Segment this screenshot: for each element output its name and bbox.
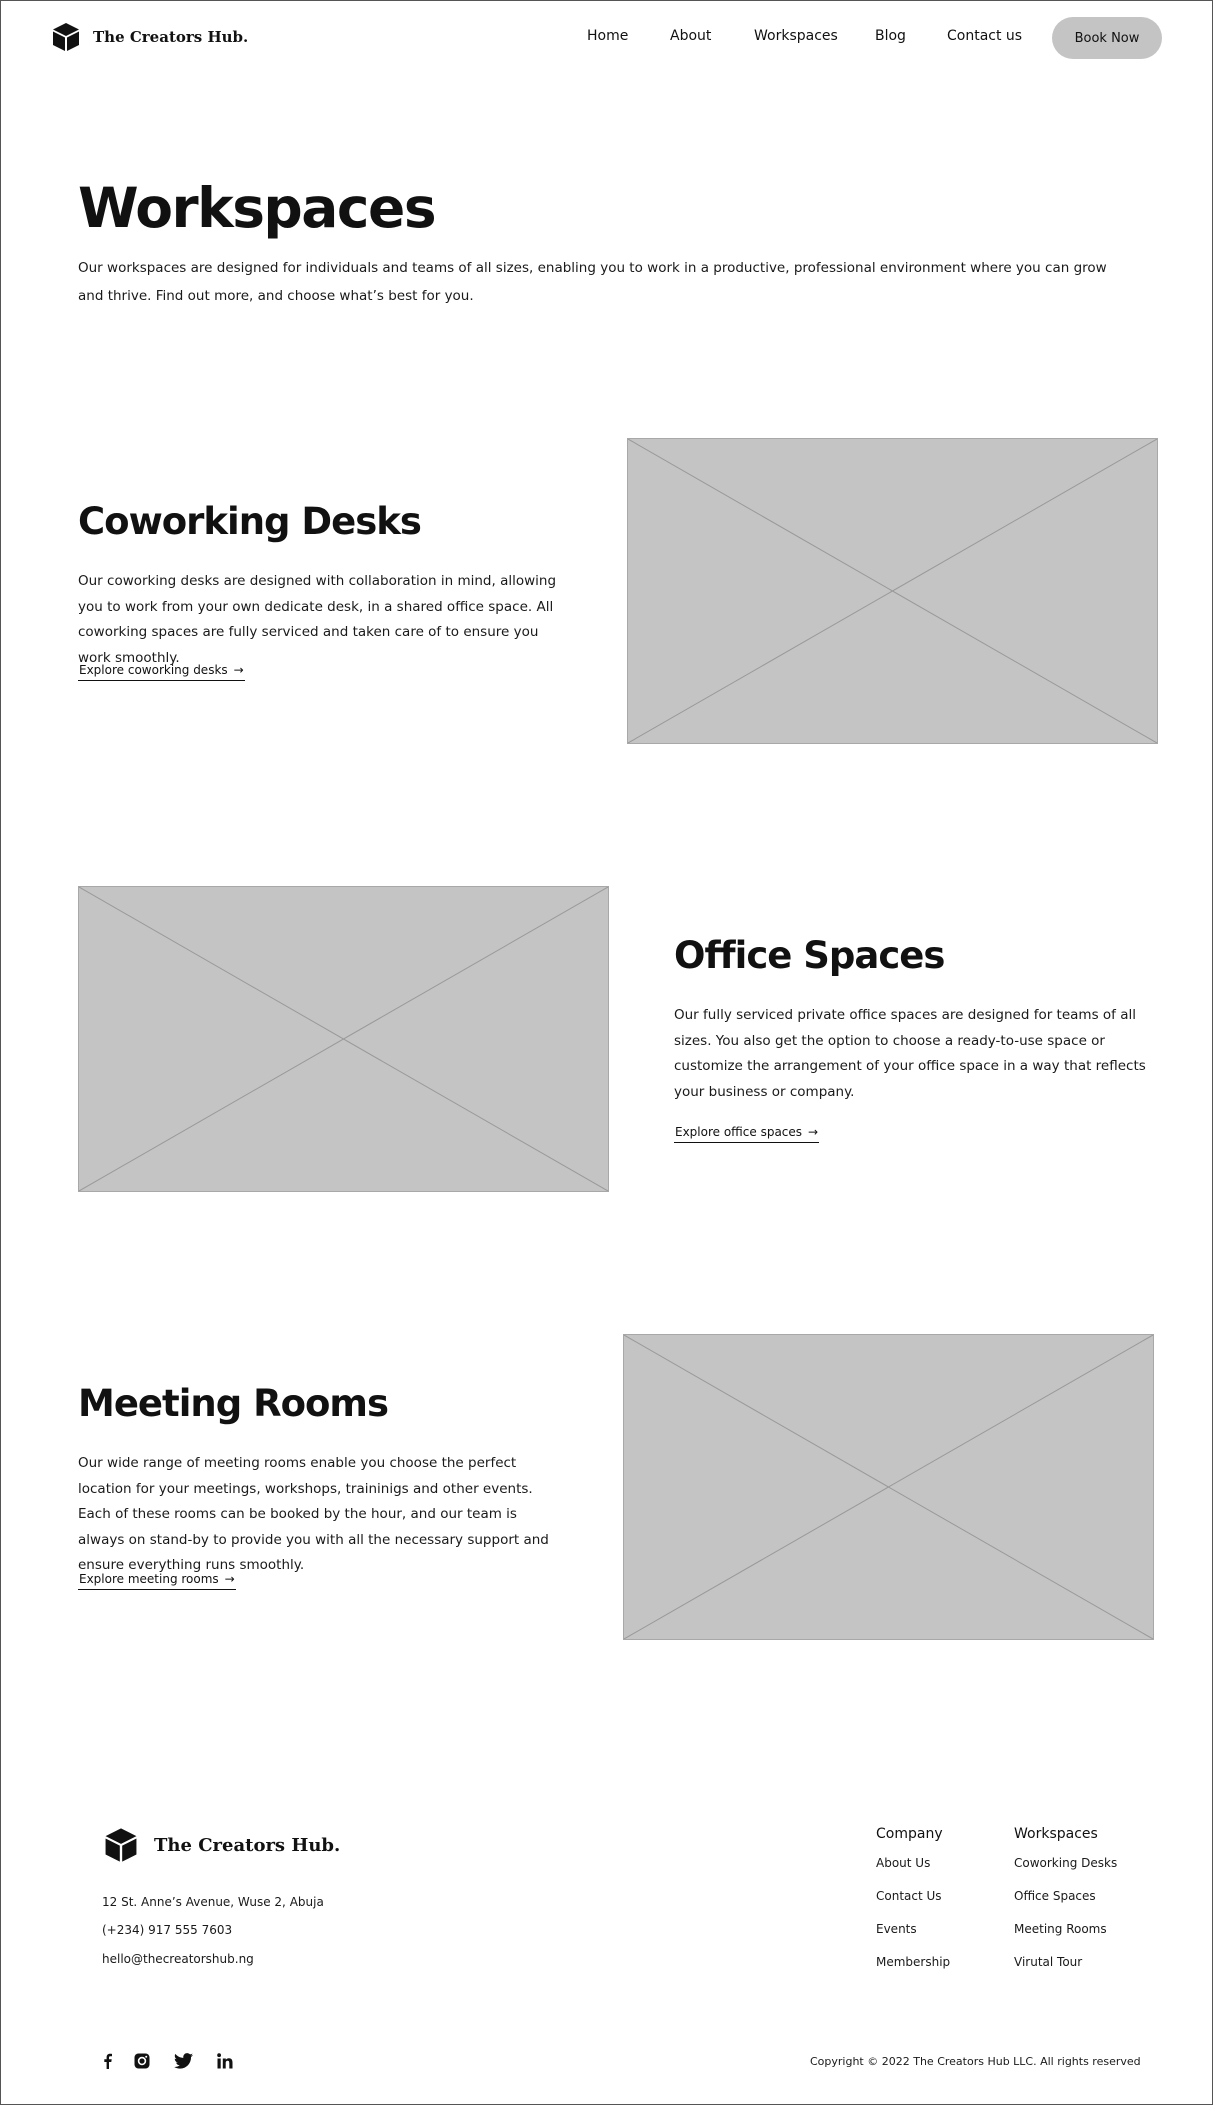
image-placeholder-icon <box>624 1335 1153 1639</box>
twitter-icon[interactable] <box>173 2052 193 2070</box>
explore-link-label: Explore coworking desks <box>79 663 228 677</box>
page-title: Workspaces <box>78 176 437 240</box>
copyright-text: Copyright © 2022 The Creators Hub LLC. A… <box>810 2055 1141 2068</box>
explore-meeting-rooms-link[interactable]: Explore meeting rooms → <box>78 1572 236 1590</box>
footer-email[interactable]: hello@thecreatorshub.ng <box>102 1952 254 1966</box>
footer-link-meeting-rooms[interactable]: Meeting Rooms <box>1014 1922 1107 1936</box>
header-logo[interactable]: The Creators Hub. <box>50 21 248 53</box>
cube-logo-icon <box>53 23 79 51</box>
footer-link-coworking-desks[interactable]: Coworking Desks <box>1014 1856 1117 1870</box>
image-placeholder-icon <box>628 439 1157 743</box>
footer-link-contact-us[interactable]: Contact Us <box>876 1889 942 1903</box>
meeting-rooms-image-placeholder <box>623 1334 1154 1640</box>
book-now-button[interactable]: Book Now <box>1052 17 1162 59</box>
arrow-right-icon: → <box>224 1572 235 1586</box>
coworking-desks-description: Our coworking desks are designed with co… <box>78 573 557 666</box>
footer-link-virtual-tour[interactable]: Virutal Tour <box>1014 1955 1082 1969</box>
footer-workspaces-heading: Workspaces <box>1014 1826 1098 1842</box>
coworking-desks-image-placeholder <box>627 438 1158 744</box>
nav-home[interactable]: Home <box>587 28 628 44</box>
nav-about[interactable]: About <box>670 28 711 44</box>
cube-logo-icon <box>105 1828 137 1862</box>
arrow-right-icon: → <box>808 1125 819 1139</box>
instagram-icon[interactable] <box>133 2052 151 2070</box>
nav-contact-us[interactable]: Contact us <box>947 28 1022 44</box>
office-spaces-image-placeholder <box>78 886 609 1192</box>
linkedin-icon[interactable] <box>216 2052 234 2070</box>
nav-workspaces[interactable]: Workspaces <box>754 28 838 44</box>
footer-brand-name: The Creators Hub. <box>154 1834 341 1856</box>
nav-blog[interactable]: Blog <box>875 28 906 44</box>
footer-link-events[interactable]: Events <box>876 1922 917 1936</box>
image-placeholder-icon <box>79 887 608 1191</box>
explore-link-label: Explore meeting rooms <box>79 1572 219 1586</box>
footer-link-office-spaces[interactable]: Office Spaces <box>1014 1889 1096 1903</box>
footer-company-heading: Company <box>876 1826 943 1842</box>
intro-text: Our workspaces are designed for individu… <box>78 260 1107 304</box>
footer-phone[interactable]: (+234) 917 555 7603 <box>102 1923 232 1937</box>
footer-link-membership[interactable]: Membership <box>876 1955 950 1969</box>
coworking-desks-title: Coworking Desks <box>78 500 422 543</box>
explore-coworking-desks-link[interactable]: Explore coworking desks → <box>78 663 245 681</box>
office-spaces-description: Our fully serviced private office spaces… <box>674 1007 1146 1100</box>
arrow-right-icon: → <box>233 663 244 677</box>
brand-name: The Creators Hub. <box>93 28 249 46</box>
facebook-icon[interactable] <box>101 2052 113 2070</box>
explore-office-spaces-link[interactable]: Explore office spaces → <box>674 1125 820 1143</box>
meeting-rooms-description: Our wide range of meeting rooms enable y… <box>78 1455 549 1573</box>
footer-logo[interactable]: The Creators Hub. <box>102 1826 340 1864</box>
explore-link-label: Explore office spaces <box>675 1125 803 1139</box>
footer-address: 12 St. Anne’s Avenue, Wuse 2, Abuja <box>102 1895 324 1909</box>
footer-link-about-us[interactable]: About Us <box>876 1856 930 1870</box>
office-spaces-title: Office Spaces <box>674 934 945 977</box>
meeting-rooms-title: Meeting Rooms <box>78 1382 389 1425</box>
